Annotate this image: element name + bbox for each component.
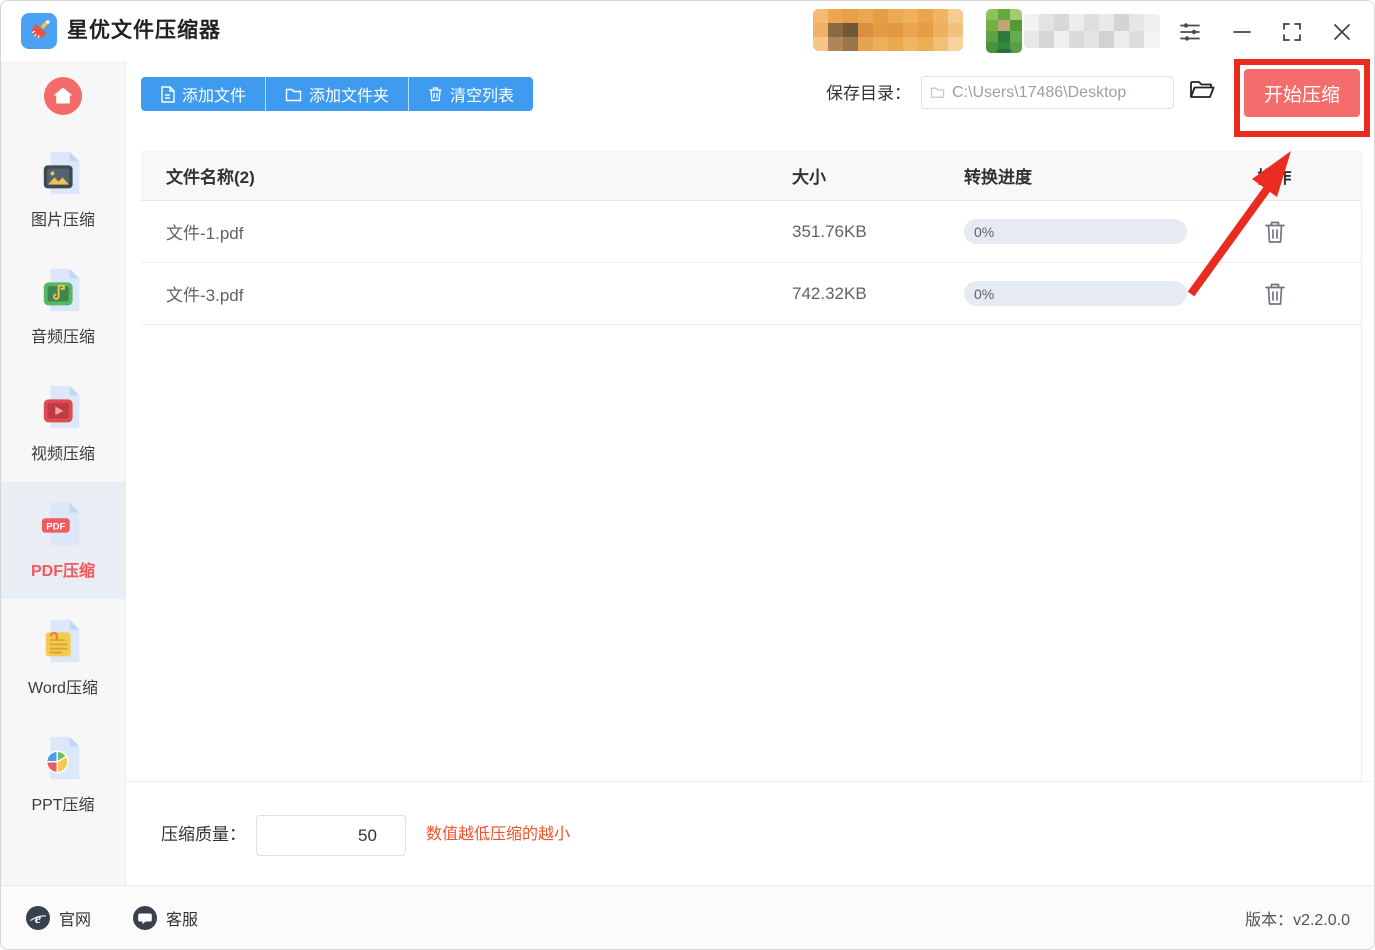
app-title: 星优文件压缩器 (67, 1, 221, 61)
sidebar-item-audio-compress[interactable]: 音频压缩 (1, 248, 125, 365)
image-file-icon (39, 149, 87, 197)
sidebar-item-word-compress[interactable]: Word压缩 (1, 599, 125, 716)
progress-text: 0% (974, 224, 994, 240)
home-icon (44, 77, 82, 115)
minimize-button[interactable] (1227, 17, 1257, 47)
support-link[interactable]: 客服 (133, 906, 198, 930)
add-file-button[interactable]: 添加文件 (141, 77, 265, 111)
save-dir-input-wrap (921, 76, 1174, 109)
progress-bar: 0% (964, 281, 1187, 306)
sidebar-item-label: 视频压缩 (31, 440, 95, 464)
sidebar-item-pdf-compress[interactable]: PDF PDF压缩 (1, 482, 125, 599)
svg-text:PDF: PDF (46, 521, 65, 532)
cell-size: 351.76KB (792, 222, 964, 242)
sidebar-item-label: PPT压缩 (31, 791, 94, 815)
sidebar-item-label: 图片压缩 (31, 206, 95, 230)
app-logo-icon (21, 13, 57, 49)
browser-icon: e (26, 906, 50, 930)
sidebar-item-label: 音频压缩 (31, 323, 95, 347)
censored-username[interactable] (1024, 14, 1160, 48)
file-table: 文件名称(2) 大小 转换进度 操作 文件-1.pdf 351.76KB 0% (141, 151, 1361, 325)
header-size: 大小 (792, 163, 964, 188)
open-folder-icon (1188, 79, 1216, 103)
header-progress: 转换进度 (964, 163, 1232, 188)
start-compress-button[interactable]: 开始压缩 (1244, 69, 1360, 117)
quality-stepper (256, 815, 406, 856)
header-action: 操作 (1210, 163, 1339, 188)
censored-avatar[interactable] (986, 9, 1022, 53)
version-text: 版本：v2.2.0.0 (1245, 906, 1350, 930)
toolbar-button-group: 添加文件 添加文件夹 清空列表 (141, 77, 533, 111)
chat-icon (133, 906, 157, 930)
app-window: 星优文件压缩器 (0, 0, 1375, 950)
add-folder-label: 添加文件夹 (309, 82, 389, 106)
document-icon (160, 86, 175, 103)
delete-file-button[interactable] (1263, 281, 1287, 307)
svg-text:e: e (35, 912, 41, 927)
trash-icon (428, 86, 443, 102)
sidebar-item-video-compress[interactable]: 视频压缩 (1, 365, 125, 482)
minimize-icon (1231, 21, 1253, 43)
settings-button[interactable] (1175, 17, 1205, 47)
save-dir-label: 保存目录： (826, 61, 911, 127)
file-table-body: 文件-1.pdf 351.76KB 0% (141, 201, 1361, 325)
progress-text: 0% (974, 286, 994, 302)
table-row: 文件-3.pdf 742.32KB 0% (141, 263, 1361, 325)
close-button[interactable] (1327, 17, 1357, 47)
cell-file-name: 文件-1.pdf (141, 219, 792, 244)
quality-label: 压缩质量： (161, 782, 246, 888)
clear-list-label: 清空列表 (450, 82, 514, 106)
quality-hint: 数值越低压缩的越小 (426, 782, 570, 888)
official-site-link[interactable]: e 官网 (26, 906, 91, 930)
clear-list-button[interactable]: 清空列表 (408, 77, 533, 111)
maximize-button[interactable] (1277, 17, 1307, 47)
official-site-label: 官网 (59, 906, 91, 930)
folder-icon (285, 87, 302, 102)
support-label: 客服 (166, 906, 198, 930)
save-dir-input[interactable] (952, 84, 1165, 102)
ppt-file-icon (39, 734, 87, 782)
sidebar-item-label: Word压缩 (28, 674, 98, 698)
table-row: 文件-1.pdf 351.76KB 0% (141, 201, 1361, 263)
quality-input[interactable] (257, 816, 406, 855)
sidebar-item-home[interactable] (1, 61, 125, 131)
video-file-icon (39, 383, 87, 431)
delete-file-button[interactable] (1263, 219, 1287, 245)
trash-icon (1263, 219, 1287, 245)
cell-size: 742.32KB (792, 284, 964, 304)
main-content: 添加文件 添加文件夹 清空列表 保存目录： (126, 61, 1374, 885)
trash-icon (1263, 281, 1287, 307)
header-file-name: 文件名称(2) (141, 163, 792, 188)
sidebar-item-label: PDF压缩 (31, 557, 95, 581)
close-icon (1331, 21, 1353, 43)
file-table-header: 文件名称(2) 大小 转换进度 操作 (141, 151, 1361, 201)
pdf-file-icon: PDF (39, 500, 87, 548)
sidebar-item-ppt-compress[interactable]: PPT压缩 (1, 716, 125, 833)
titlebar: 星优文件压缩器 (1, 1, 1374, 61)
word-file-icon (39, 617, 87, 665)
add-folder-button[interactable]: 添加文件夹 (265, 77, 408, 111)
footer: e 官网 客服 版本：v2.2.0.0 (1, 885, 1374, 949)
browse-folder-button[interactable] (1184, 73, 1220, 109)
censored-account-badge[interactable] (813, 9, 963, 51)
add-file-label: 添加文件 (182, 82, 246, 106)
folder-small-icon (930, 86, 945, 99)
progress-bar: 0% (964, 219, 1187, 244)
sidebar-item-image-compress[interactable]: 图片压缩 (1, 131, 125, 248)
audio-file-icon (39, 266, 87, 314)
fullscreen-icon (1281, 21, 1303, 43)
sliders-icon (1178, 20, 1202, 44)
sidebar: 图片压缩 音频压缩 视频压缩 PDF (1, 61, 126, 885)
cell-file-name: 文件-3.pdf (141, 281, 792, 306)
list-scroll-track (1361, 151, 1362, 781)
quality-panel: 压缩质量： 数值越低压缩的越小 (126, 781, 1374, 887)
